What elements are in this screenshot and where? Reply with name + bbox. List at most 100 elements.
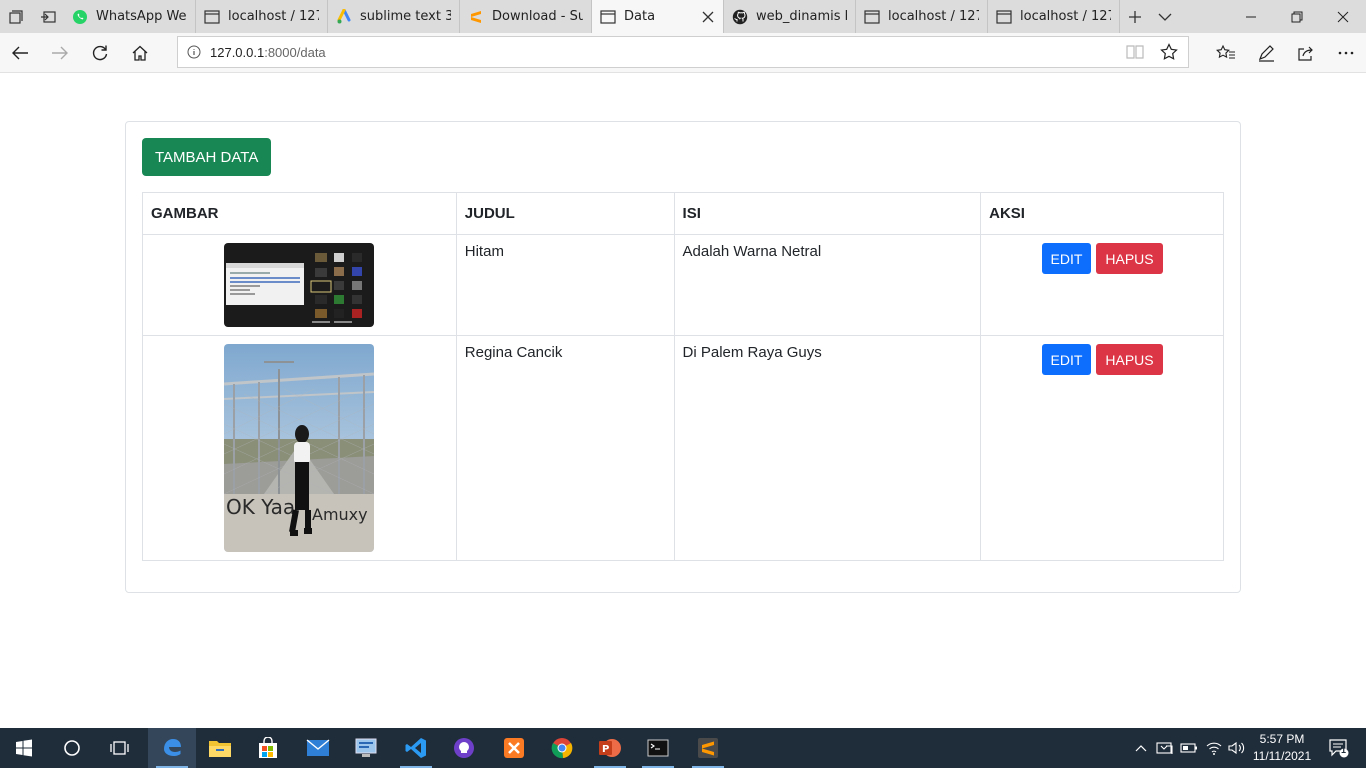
notification-center-icon[interactable]: 1	[1322, 728, 1356, 768]
file-explorer-icon[interactable]	[196, 728, 244, 768]
github-icon	[732, 9, 748, 25]
vscode-icon[interactable]	[392, 728, 440, 768]
cell-judul: Hitam	[455, 234, 675, 336]
search-circle-icon[interactable]	[48, 728, 96, 768]
tab-manager-icon[interactable]	[0, 0, 32, 33]
sublime-icon[interactable]	[684, 728, 732, 768]
notification-badge: 1	[1341, 745, 1347, 755]
control-panel-icon[interactable]	[342, 728, 390, 768]
more-options-icon[interactable]	[1326, 33, 1366, 73]
tab-label: web_dinamis by	[756, 9, 847, 24]
github-desktop-icon[interactable]	[440, 728, 488, 768]
address-bar[interactable]: 127.0.0.1:8000/data	[177, 36, 1189, 68]
header-gambar: GAMBAR	[142, 192, 457, 235]
store-icon[interactable]	[244, 728, 292, 768]
header-aksi: AKSI	[980, 192, 1224, 235]
tab-label: localhost / 127.	[228, 9, 319, 24]
url-host: 127.0.0.1	[210, 44, 265, 60]
web-note-icon[interactable]	[1246, 33, 1286, 73]
powerpoint-icon[interactable]: P	[586, 728, 634, 768]
terminal-icon[interactable]	[634, 728, 682, 768]
clock-date: 11/11/2021	[1252, 749, 1312, 763]
chrome-icon[interactable]	[538, 728, 586, 768]
set-tabs-aside-icon[interactable]	[32, 0, 64, 33]
clock[interactable]: 5:57 PM 11/11/2021	[1244, 731, 1320, 765]
tab-label: Download - Sul	[492, 9, 583, 24]
tab-whatsapp[interactable]: WhatsApp Web	[64, 0, 196, 33]
cell-gambar	[142, 234, 457, 336]
tab-label: sublime text 3 -	[360, 9, 451, 24]
cell-gambar: OK Yaa Amuxy	[142, 335, 457, 561]
share-icon[interactable]	[1286, 33, 1326, 73]
refresh-icon[interactable]	[80, 33, 120, 73]
reading-view-icon[interactable]	[1126, 44, 1144, 64]
url-path: :8000/data	[264, 44, 326, 60]
task-view-icon[interactable]	[96, 728, 144, 768]
xampp-icon[interactable]	[490, 728, 538, 768]
action-group: EDIT HAPUS	[989, 243, 1215, 274]
close-window-icon[interactable]	[1320, 0, 1366, 33]
wifi-icon[interactable]	[1204, 728, 1224, 768]
tab-localhost-1[interactable]: localhost / 127.	[196, 0, 328, 33]
edit-button[interactable]: EDIT	[1041, 243, 1092, 274]
chevron-down-icon[interactable]	[1150, 0, 1180, 33]
minimize-icon[interactable]	[1228, 0, 1274, 33]
action-group: EDIT HAPUS	[989, 344, 1215, 375]
new-tab-icon[interactable]	[1120, 0, 1150, 33]
tab-label: Data	[624, 9, 656, 24]
tab-download-sublime[interactable]: Download - Sul	[460, 0, 592, 33]
chevron-up-icon[interactable]	[1132, 728, 1150, 768]
cell-judul: Regina Cancik	[455, 335, 675, 561]
battery-icon[interactable]	[1178, 728, 1200, 768]
clock-time: 5:57 PM	[1259, 732, 1305, 746]
mail-icon[interactable]	[294, 728, 342, 768]
table-header-row: GAMBAR JUDUL ISI AKSI	[142, 192, 1224, 235]
table-row: OK Yaa Amuxy Regina Cancik Di Palem Raya…	[142, 335, 1224, 561]
cell-aksi: EDIT HAPUS	[980, 335, 1224, 561]
security-center-icon[interactable]	[1154, 728, 1176, 768]
tab-label: WhatsApp Web	[96, 9, 187, 24]
windows-start-icon[interactable]	[0, 728, 48, 768]
table-row: Hitam Adalah Warna Netral EDIT HAPUS	[142, 234, 1224, 336]
page-icon	[864, 9, 880, 25]
tab-github[interactable]: web_dinamis by	[724, 0, 856, 33]
edge-icon[interactable]	[148, 728, 196, 768]
cell-aksi: EDIT HAPUS	[980, 234, 1224, 336]
header-isi: ISI	[673, 192, 982, 235]
restore-icon[interactable]	[1274, 0, 1320, 33]
tab-strip: WhatsApp Web localhost / 127. sublime te…	[0, 0, 1366, 33]
url-text[interactable]: 127.0.0.1:8000/data	[210, 45, 326, 60]
svg-text:P: P	[602, 744, 609, 755]
screenshot-thumbnail	[224, 243, 375, 327]
svg-text:OK Yaa: OK Yaa	[226, 495, 295, 519]
edit-button[interactable]: EDIT	[1041, 344, 1092, 375]
data-card: TAMBAH DATA GAMBAR JUDUL ISI AKSI Hitam …	[125, 121, 1241, 593]
close-tab-icon[interactable]	[701, 10, 715, 24]
hapus-button[interactable]: HAPUS	[1096, 243, 1163, 274]
favorite-star-icon[interactable]	[1160, 43, 1178, 65]
tab-localhost-2[interactable]: localhost / 127.	[856, 0, 988, 33]
info-icon[interactable]	[178, 37, 210, 67]
whatsapp-icon	[72, 9, 88, 25]
hapus-button[interactable]: HAPUS	[1096, 344, 1163, 375]
forward-icon[interactable]	[40, 33, 80, 73]
cell-isi: Adalah Warna Netral	[673, 234, 982, 336]
page-content: TAMBAH DATA GAMBAR JUDUL ISI AKSI Hitam …	[0, 73, 1366, 728]
taskbar: P 5:57 PM 11/11/2021 1	[0, 728, 1366, 768]
page-icon	[600, 9, 616, 25]
google-ads-icon	[336, 8, 352, 25]
tambah-data-button[interactable]: TAMBAH DATA	[142, 138, 272, 176]
home-icon[interactable]	[120, 33, 160, 73]
page-icon	[204, 9, 220, 25]
tab-label: localhost / 127.	[1020, 9, 1111, 24]
tab-sublime-search[interactable]: sublime text 3 -	[328, 0, 460, 33]
sublime-icon	[468, 9, 484, 25]
back-icon[interactable]	[0, 33, 40, 73]
favorites-icon[interactable]	[1206, 33, 1246, 73]
tab-data[interactable]: Data	[592, 0, 724, 33]
tab-localhost-3[interactable]: localhost / 127.	[988, 0, 1120, 33]
page-icon	[996, 9, 1012, 25]
svg-text:Amuxy: Amuxy	[312, 505, 368, 524]
data-table: GAMBAR JUDUL ISI AKSI Hitam Adalah Warna…	[142, 192, 1224, 561]
header-judul: JUDUL	[455, 192, 675, 235]
